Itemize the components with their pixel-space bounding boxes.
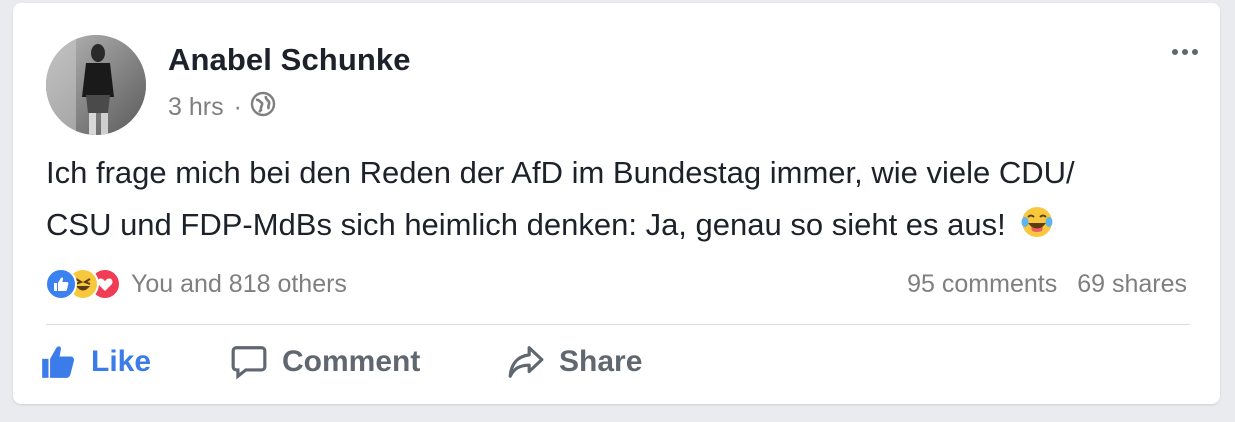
like-label: Like: [91, 345, 152, 378]
shares-count[interactable]: 69 shares: [1077, 270, 1187, 299]
comments-count[interactable]: 95 comments: [907, 270, 1057, 299]
reactions-count-text[interactable]: You and 818 others: [131, 270, 347, 299]
post-text-line-2-wrap: CSU und FDP-MdBs sich heimlich denken: J…: [46, 199, 1196, 255]
divider: [46, 324, 1190, 325]
post-text: Ich frage mich bei den Reden der AfD im …: [46, 147, 1196, 255]
share-label: Share: [559, 345, 643, 378]
comment-icon: [231, 346, 267, 380]
profile-photo: [46, 35, 146, 135]
post-card: Anabel Schunke 3 hrs · Ich frage mich be…: [13, 3, 1220, 404]
meta-separator: ·: [233, 93, 242, 121]
avatar[interactable]: [46, 35, 146, 135]
like-reaction-icon: [45, 268, 77, 300]
comment-label: Comment: [282, 345, 421, 378]
post-text-line-1: Ich frage mich bei den Reden der AfD im …: [46, 155, 1075, 190]
action-bar: Like Comment Share: [39, 343, 642, 381]
tears-of-joy-emoji: [1020, 203, 1054, 255]
comment-button[interactable]: Comment: [230, 343, 507, 381]
like-button[interactable]: Like: [39, 343, 230, 381]
thumbs-up-icon: [42, 346, 75, 378]
reaction-icons: [45, 268, 121, 300]
more-options-icon[interactable]: [1172, 49, 1198, 55]
post-meta: 3 hrs ·: [168, 91, 276, 124]
share-button[interactable]: Share: [507, 343, 642, 381]
reactions-summary[interactable]: You and 818 others: [45, 268, 347, 300]
author-name[interactable]: Anabel Schunke: [168, 42, 411, 78]
share-icon: [508, 346, 544, 378]
globe-icon: [250, 91, 276, 124]
engagement-counts: 95 comments 69 shares: [907, 270, 1187, 299]
post-text-line-2: CSU und FDP-MdBs sich heimlich denken: J…: [46, 207, 1006, 242]
timestamp[interactable]: 3 hrs: [168, 93, 224, 122]
